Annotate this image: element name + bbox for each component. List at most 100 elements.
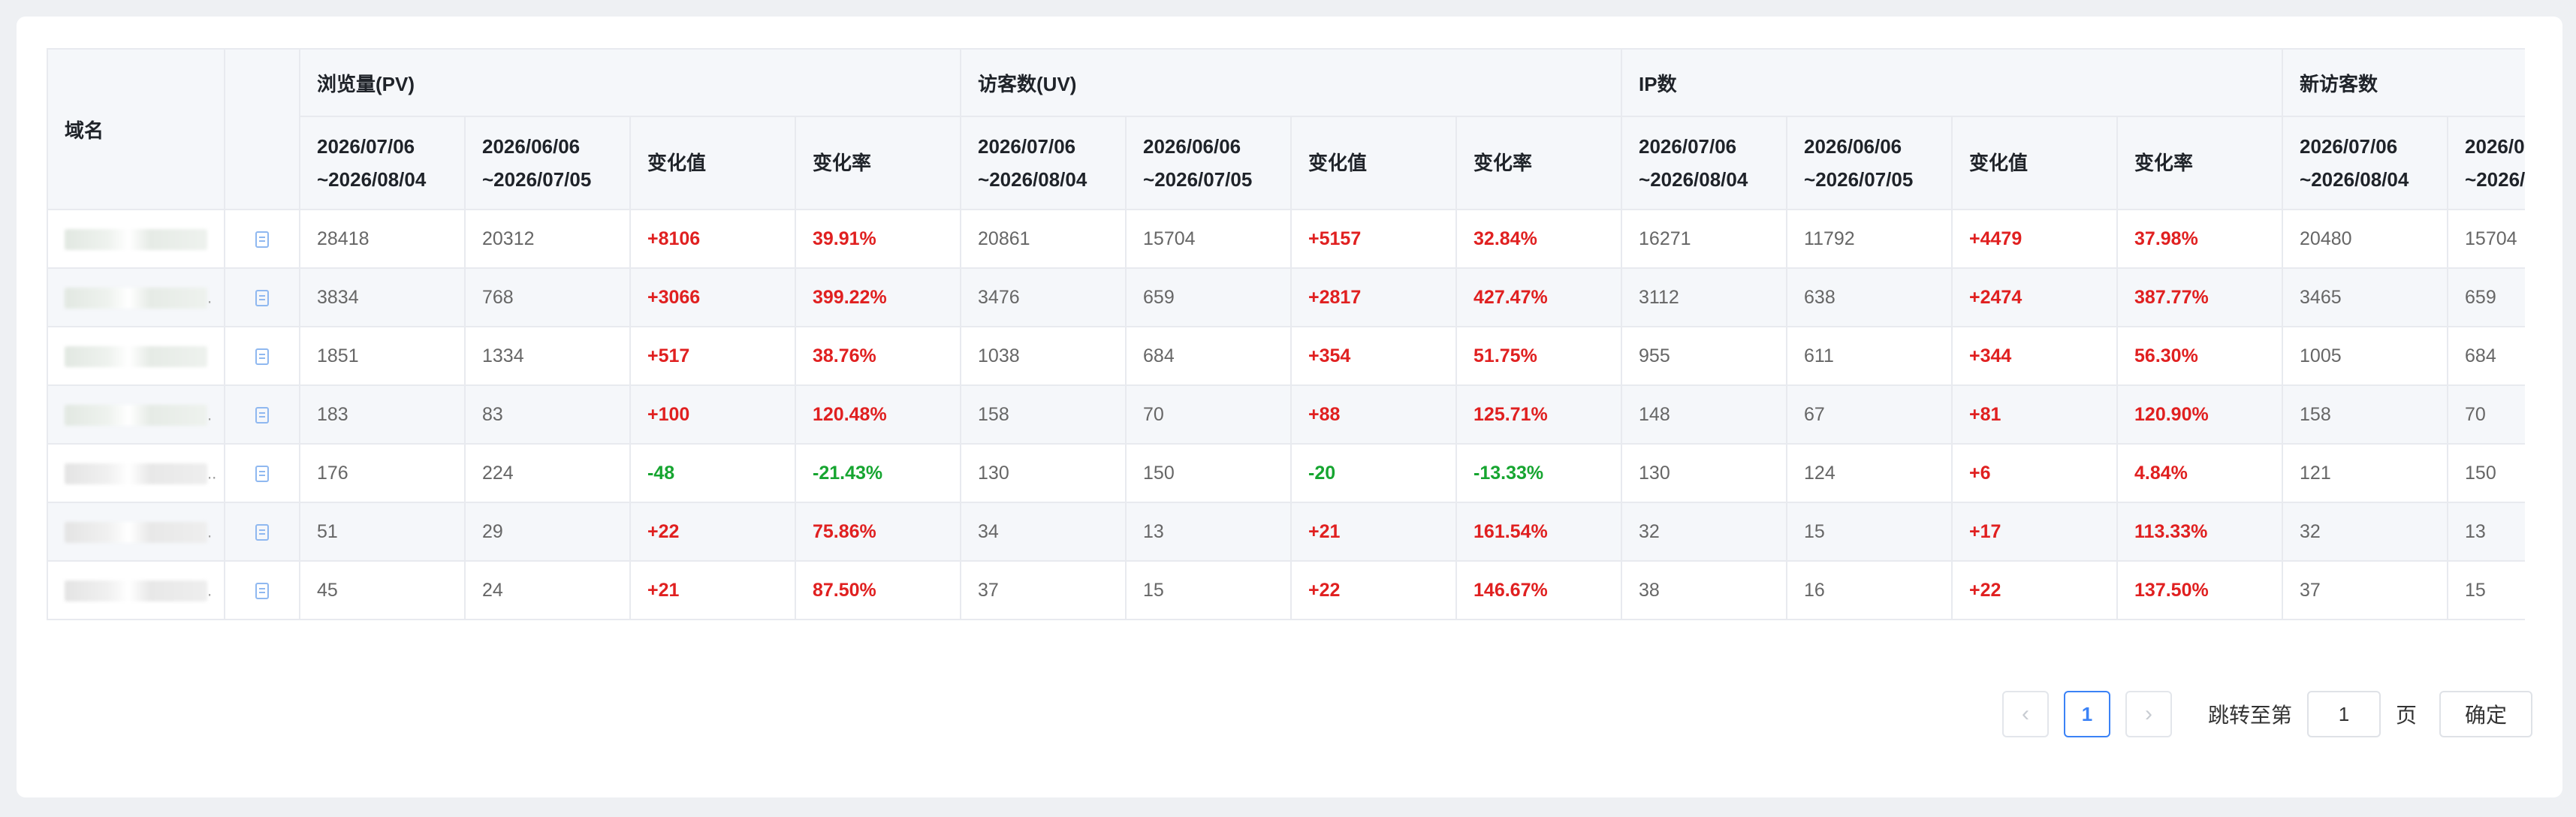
ip-current-cell: 130 [1621, 443, 1788, 503]
ip-change-rate-cell: 37.98% [2116, 209, 2284, 269]
pagination: ‹ 1 › 跳转至第 页 确定 [2001, 691, 2532, 737]
ip-current-period-header: 2026/07/06 ~2026/08/04 [1621, 116, 1788, 210]
document-icon[interactable] [255, 582, 269, 599]
detail-icon-cell [224, 384, 300, 445]
ip-previous-cell: 16 [1786, 560, 1953, 620]
uv-previous-cell: 659 [1125, 267, 1293, 327]
uv-change-rate-header: 变化率 [1455, 116, 1623, 210]
table-body: 28418 20312 +8106 39.91% 20861 15704 +5157 32.8… [47, 209, 2525, 620]
pv-change-rate-cell: 39.91% [794, 209, 962, 269]
jump-page-input[interactable] [2306, 691, 2381, 737]
group-header-new-visitors: 新访客数 [2282, 48, 2525, 117]
domain-cell-redacted: . [47, 267, 225, 327]
uv-change-value-cell: +21 [1290, 502, 1458, 562]
ip-change-rate-cell: 113.33% [2116, 502, 2284, 562]
uv-current-cell: 20861 [960, 209, 1127, 269]
document-icon[interactable] [255, 406, 269, 424]
ip-previous-period-header: 2026/06/06 ~2026/07/05 [1786, 116, 1953, 210]
uv-current-cell: 158 [960, 384, 1127, 445]
ip-previous-cell: 124 [1786, 443, 1953, 503]
domain-cell-redacted: . [47, 560, 225, 620]
new-current-cell: 158 [2282, 384, 2449, 445]
document-icon[interactable] [255, 465, 269, 482]
ip-change-value-cell: +344 [1951, 326, 2119, 386]
uv-change-rate-cell: 51.75% [1455, 326, 1623, 386]
pv-current-cell: 176 [299, 443, 466, 503]
ip-previous-cell: 611 [1786, 326, 1953, 386]
pv-current-cell: 28418 [299, 209, 466, 269]
detail-icon-cell [224, 502, 300, 562]
uv-previous-cell: 15 [1125, 560, 1293, 620]
ip-change-value-cell: +6 [1951, 443, 2119, 503]
pv-change-rate-cell: 399.22% [794, 267, 962, 327]
pv-change-value-cell: +3066 [629, 267, 796, 327]
page-1-button[interactable]: 1 [2063, 691, 2110, 737]
detail-icon-cell [224, 209, 300, 269]
uv-change-rate-cell: 125.71% [1455, 384, 1623, 445]
ip-change-rate-cell: 56.30% [2116, 326, 2284, 386]
ip-change-value-header: 变化值 [1951, 116, 2119, 210]
ip-change-value-cell: +4479 [1951, 209, 2119, 269]
uv-change-value-cell: +22 [1290, 560, 1458, 620]
ip-current-cell: 3112 [1621, 267, 1788, 327]
next-page-button[interactable]: › [2125, 691, 2172, 737]
period-date-line: ~2026/07/05 [1804, 168, 1914, 191]
pv-current-period-header: 2026/07/06 ~2026/08/04 [299, 116, 466, 210]
pv-change-value-cell: +517 [629, 326, 796, 386]
document-icon[interactable] [255, 289, 269, 306]
pv-change-value-cell: +8106 [629, 209, 796, 269]
uv-current-cell: 1038 [960, 326, 1127, 386]
new-current-cell: 121 [2282, 443, 2449, 503]
page-suffix-label: 页 [2395, 704, 2417, 727]
ip-current-cell: 955 [1621, 326, 1788, 386]
new-previous-cell: 13 [2447, 502, 2525, 562]
redacted-domain [65, 345, 207, 367]
ip-change-rate-header: 变化率 [2116, 116, 2284, 210]
table-scroll-area[interactable]: 域名 浏览量(PV) 访客数(UV) IP数 新访客数 2026/07/06 ~2… [47, 48, 2525, 649]
chevron-right-icon: › [2144, 701, 2152, 726]
ip-change-value-cell: +2474 [1951, 267, 2119, 327]
new-previous-cell: 70 [2447, 384, 2525, 445]
redacted-domain [65, 404, 207, 426]
uv-change-value-header: 变化值 [1290, 116, 1458, 210]
redacted-domain [65, 287, 207, 309]
detail-icon-cell [224, 326, 300, 386]
jump-to-label: 跳转至第 [2207, 704, 2292, 727]
confirm-jump-button[interactable]: 确定 [2439, 691, 2532, 737]
ip-change-rate-cell: 4.84% [2116, 443, 2284, 503]
ip-change-rate-cell: 120.90% [2116, 384, 2284, 445]
domain-cell-redacted: . [47, 502, 225, 562]
period-date-line: 2026/07/06 [978, 135, 1076, 158]
uv-change-value-cell: +354 [1290, 326, 1458, 386]
document-icon[interactable] [255, 231, 269, 248]
new-current-cell: 32 [2282, 502, 2449, 562]
document-icon[interactable] [255, 523, 269, 541]
uv-current-period-header: 2026/07/06 ~2026/08/04 [960, 116, 1127, 210]
table-row: . 3834 768 +3066 399.22% 3476 659 +2817 427.47% 3… [47, 267, 2525, 327]
uv-current-cell: 37 [960, 560, 1127, 620]
truncation-dots: . [207, 288, 213, 307]
new-current-cell: 20480 [2282, 209, 2449, 269]
pv-previous-cell: 20312 [464, 209, 631, 269]
period-date-line: 2026/07/06 [2300, 135, 2398, 158]
prev-page-button[interactable]: ‹ [2001, 691, 2049, 737]
pv-current-cell: 51 [299, 502, 466, 562]
ip-current-cell: 38 [1621, 560, 1788, 620]
group-header-uv: 访客数(UV) [960, 48, 1623, 117]
period-date-line: ~2026/07/05 [1143, 168, 1253, 191]
report-card: 域名 浏览量(PV) 访客数(UV) IP数 新访客数 2026/07/06 ~2… [17, 17, 2562, 797]
new-previous-cell: 684 [2447, 326, 2525, 386]
ip-current-cell: 16271 [1621, 209, 1788, 269]
table-row: .. 176 224 -48 -21.43% 130 150 -20 -13.33% 130 124… [47, 443, 2525, 503]
ip-change-rate-cell: 387.77% [2116, 267, 2284, 327]
table-row: . 51 29 +22 75.86% 34 13 +21 161.54% 32 15 +17 113.3… [47, 502, 2525, 562]
uv-change-value-cell: +5157 [1290, 209, 1458, 269]
uv-change-rate-cell: 161.54% [1455, 502, 1623, 562]
uv-change-rate-cell: 32.84% [1455, 209, 1623, 269]
icon-column-header [224, 48, 300, 210]
pv-previous-cell: 29 [464, 502, 631, 562]
table-row: . 45 24 +21 87.50% 37 15 +22 146.67% 38 16 +22 137.5… [47, 560, 2525, 620]
detail-icon-cell [224, 443, 300, 503]
truncation-dots: . [207, 522, 213, 541]
document-icon[interactable] [255, 348, 269, 365]
